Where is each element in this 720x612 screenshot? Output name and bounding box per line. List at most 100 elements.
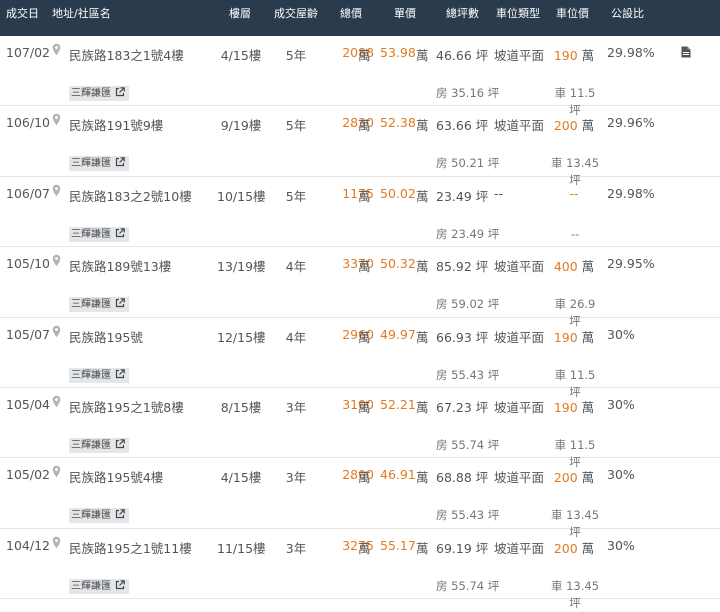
table-row[interactable]: 106/10 民族路191號9樓 9/19樓 5年 2830 萬 52.38 萬…	[0, 106, 720, 187]
row-total-unit: 萬	[358, 259, 371, 275]
row-address[interactable]: 民族路195之1號11樓	[69, 538, 192, 557]
row-parking-price: 400 萬	[552, 256, 596, 275]
row-age: 3年	[285, 470, 307, 486]
row-unit-price: 49.97	[380, 326, 416, 342]
row-address[interactable]: 民族路195號4樓	[69, 467, 163, 486]
row-area: 23.49 坪	[436, 188, 489, 204]
row-parking-price-value: 190	[553, 399, 578, 415]
community-tag[interactable]: 三輝謙匯	[69, 508, 129, 524]
col-floor[interactable]: 樓層	[229, 5, 251, 21]
row-address[interactable]: 民族路195之1號8樓	[69, 397, 184, 416]
col-address[interactable]: 地址/社區名	[52, 5, 111, 21]
external-link-icon	[115, 298, 125, 308]
row-floor: 8/15樓	[220, 399, 262, 415]
row-parking-price-value: 190	[553, 329, 578, 345]
row-ratio: 29.95%	[607, 256, 655, 272]
row-date: 105/07	[6, 326, 50, 342]
col-parking-type[interactable]: 車位類型	[496, 5, 540, 21]
community-tag[interactable]: 三輝謙匯	[69, 226, 129, 242]
row-age: 5年	[285, 118, 307, 134]
external-link-icon	[115, 157, 125, 167]
row-parking-price-value: --	[569, 185, 579, 201]
table-row[interactable]: 105/10 民族路189號13樓 13/19樓 4年 3370 萬 50.32…	[0, 247, 720, 328]
row-parking-type: 坡道平面	[494, 470, 545, 486]
row-total-unit: 萬	[358, 470, 371, 486]
row-parking-price-value: 400	[553, 259, 578, 275]
row-date: 105/10	[6, 256, 50, 272]
document-icon[interactable]	[681, 46, 691, 58]
row-ratio: 29.96%	[607, 115, 655, 131]
map-pin-icon	[52, 325, 61, 337]
col-parking-price[interactable]: 車位價	[556, 5, 589, 21]
row-date: 105/04	[6, 396, 50, 412]
table-row[interactable]: 106/07 民族路183之2號10樓 10/15樓 5年 1175 萬 50.…	[0, 177, 720, 248]
row-unit-price: 50.32	[380, 256, 416, 272]
col-date[interactable]: 成交日	[6, 5, 39, 21]
row-floor: 4/15樓	[220, 48, 262, 63]
table-body: 107/02 民族路183之1號4樓 4/15樓 5年 2088 萬 53.98…	[0, 36, 720, 610]
row-date: 106/07	[6, 185, 50, 201]
community-tag-label: 三輝謙匯	[71, 369, 111, 381]
community-tag-label: 三輝謙匯	[71, 510, 111, 522]
map-pin-icon	[52, 536, 61, 548]
map-pin-icon	[52, 254, 61, 267]
row-total-unit: 萬	[358, 48, 371, 63]
community-tag-label: 三輝謙匯	[71, 299, 111, 311]
community-tag[interactable]: 三輝謙匯	[69, 297, 129, 313]
row-ratio: 30%	[607, 467, 635, 483]
row-address[interactable]: 民族路183之1號4樓	[69, 45, 184, 64]
row-unit-price: 50.02	[380, 185, 416, 201]
row-house-area: 房 55.74 坪	[436, 437, 500, 452]
row-parking-price: 190 萬	[552, 397, 596, 416]
row-unit-unit: 萬	[416, 188, 429, 204]
row-unit-price: 52.21	[380, 396, 416, 412]
col-unit-price[interactable]: 單價	[394, 5, 416, 21]
row-total-unit: 萬	[358, 540, 371, 556]
col-age[interactable]: 成交屋齡	[274, 5, 318, 21]
row-unit-unit: 萬	[416, 470, 429, 486]
row-age: 3年	[285, 399, 307, 415]
row-address[interactable]: 民族路189號13樓	[69, 256, 171, 275]
row-floor: 10/15樓	[217, 188, 266, 204]
row-area: 67.23 坪	[436, 399, 489, 415]
community-tag[interactable]: 三輝謙匯	[69, 156, 129, 172]
row-floor: 13/19樓	[217, 259, 266, 275]
row-area: 46.66 坪	[436, 48, 489, 63]
row-area: 85.92 坪	[436, 259, 489, 275]
table-row[interactable]: 104/12 民族路195之1號11樓 11/15樓 3年 3275 萬 55.…	[0, 529, 720, 610]
row-age: 3年	[285, 540, 307, 556]
map-pin-icon	[52, 43, 61, 56]
row-house-area: 房 55.43 坪	[436, 508, 500, 523]
col-area[interactable]: 總坪數	[446, 5, 479, 21]
row-floor: 9/19樓	[220, 118, 262, 134]
row-floor: 12/15樓	[217, 329, 266, 345]
row-total-unit: 萬	[358, 188, 371, 204]
row-parking-type: 坡道平面	[494, 540, 545, 556]
row-parking-price-unit: 萬	[581, 540, 595, 556]
community-tag[interactable]: 三輝謙匯	[69, 578, 129, 594]
row-address[interactable]: 民族路183之2號10樓	[69, 186, 192, 205]
row-parking-type: 坡道平面	[494, 399, 545, 415]
row-address[interactable]: 民族路195號	[69, 327, 143, 346]
row-parking-price-value: 190	[553, 48, 578, 63]
row-parking-price-unit: 萬	[581, 48, 595, 63]
row-age: 4年	[285, 259, 307, 275]
table-row[interactable]: 105/04 民族路195之1號8樓 8/15樓 3年 3100 萬 52.21…	[0, 388, 720, 469]
row-area: 63.66 坪	[436, 118, 489, 134]
row-address[interactable]: 民族路191號9樓	[69, 115, 163, 134]
col-total-price[interactable]: 總價	[340, 5, 362, 21]
table-row[interactable]: 107/02 民族路183之1號4樓 4/15樓 5年 2088 萬 53.98…	[0, 36, 720, 117]
community-tag[interactable]: 三輝謙匯	[69, 367, 129, 383]
table-row[interactable]: 105/07 民族路195號 12/15樓 4年 2960 萬 49.97 萬 …	[0, 318, 720, 399]
row-parking-price: 200 萬	[552, 538, 596, 557]
row-area: 69.19 坪	[436, 540, 489, 556]
table-row[interactable]: 105/02 民族路195號4樓 4/15樓 3年 2800 萬 46.91 萬…	[0, 458, 720, 539]
community-tag[interactable]: 三輝謙匯	[69, 437, 129, 453]
col-ratio[interactable]: 公設比	[611, 5, 644, 21]
row-total-unit: 萬	[358, 118, 371, 134]
map-pin-icon	[52, 466, 61, 478]
row-total-unit: 萬	[358, 399, 371, 415]
row-parking-price-unit: 萬	[581, 329, 595, 345]
row-age: 5年	[285, 48, 307, 63]
community-tag[interactable]: 三輝謙匯	[69, 86, 129, 101]
